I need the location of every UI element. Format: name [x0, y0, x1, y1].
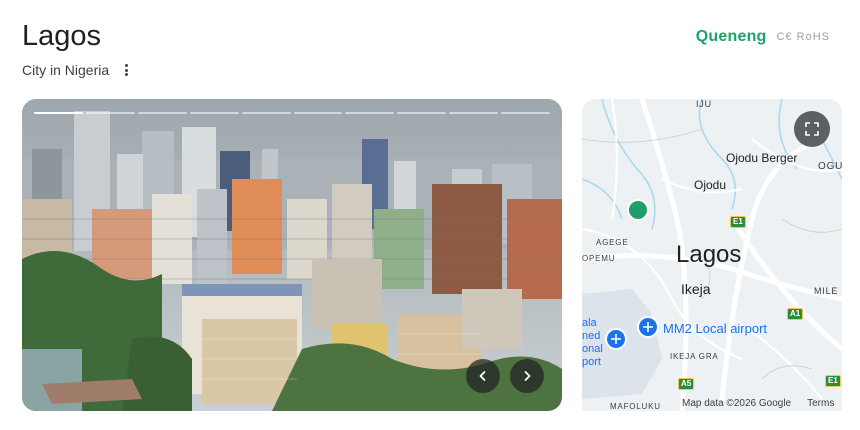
- more-vert-icon[interactable]: [119, 63, 133, 77]
- city-photo-carousel[interactable]: [22, 99, 562, 411]
- road-badge-e1: E1: [730, 216, 746, 228]
- map-label-iju: IJU: [696, 99, 712, 109]
- map-label-agege: AGEGE: [596, 238, 629, 247]
- terms-link[interactable]: Terms: [807, 398, 834, 409]
- carousel-progress-segment: [85, 112, 135, 114]
- carousel-progress-segment: [293, 112, 343, 114]
- brand-name: Queneng: [695, 28, 767, 45]
- map-label-partial: ala: [582, 317, 597, 329]
- brand-certifications: C€ RoHS: [776, 31, 830, 43]
- carousel-progress-segment: [449, 112, 499, 114]
- fullscreen-icon[interactable]: [794, 111, 830, 147]
- map-footer: Map data ©2026 Google Terms: [682, 398, 834, 409]
- map-label-mile: MILE: [814, 286, 839, 296]
- map-label-ojodu-berger: Ojodu Berger: [726, 151, 798, 165]
- map-label-partial: onal: [582, 343, 603, 355]
- map-label-lagos: Lagos: [676, 241, 742, 268]
- carousel-progress: [34, 112, 551, 114]
- carousel-progress-segment: [34, 112, 83, 114]
- location-map[interactable]: IJU Ojodu Berger OGU Ojodu AGEGE OPEMU L…: [582, 99, 842, 411]
- carousel-progress-segment: [397, 112, 447, 114]
- map-label-mafoluku: MAFOLUKU: [610, 402, 661, 411]
- page-title: Lagos: [22, 20, 102, 52]
- map-label-ikeja-gra: IKEJA GRA: [670, 352, 719, 361]
- entity-subtitle: City in Nigeria: [22, 62, 110, 78]
- carousel-progress-segment: [241, 112, 291, 114]
- road-badge-a1: A1: [787, 308, 804, 320]
- road-badge-a5: A5: [678, 378, 695, 390]
- map-label-opemu: OPEMU: [582, 254, 616, 263]
- road-badge-e1: E1: [825, 375, 841, 387]
- map-attribution: Map data ©2026 Google: [682, 398, 792, 409]
- subtitle-row: City in Nigeria: [22, 62, 133, 78]
- map-label-partial: ned: [582, 330, 601, 342]
- map-label-ikeja: Ikeja: [681, 281, 711, 297]
- carousel-progress-segment: [501, 112, 551, 114]
- carousel-progress-segment: [137, 112, 187, 114]
- map-label-ogu: OGU: [818, 161, 842, 172]
- chevron-left-icon[interactable]: [466, 359, 500, 393]
- map-label-mm2-airport[interactable]: MM2 Local airport: [663, 321, 767, 336]
- brand-watermark: Queneng C€ RoHS: [696, 28, 830, 46]
- map-label-ojodu: Ojodu: [694, 178, 727, 192]
- chevron-right-icon[interactable]: [510, 359, 544, 393]
- map-label-partial: port: [582, 356, 601, 368]
- carousel-progress-segment: [345, 112, 395, 114]
- carousel-progress-segment: [189, 112, 239, 114]
